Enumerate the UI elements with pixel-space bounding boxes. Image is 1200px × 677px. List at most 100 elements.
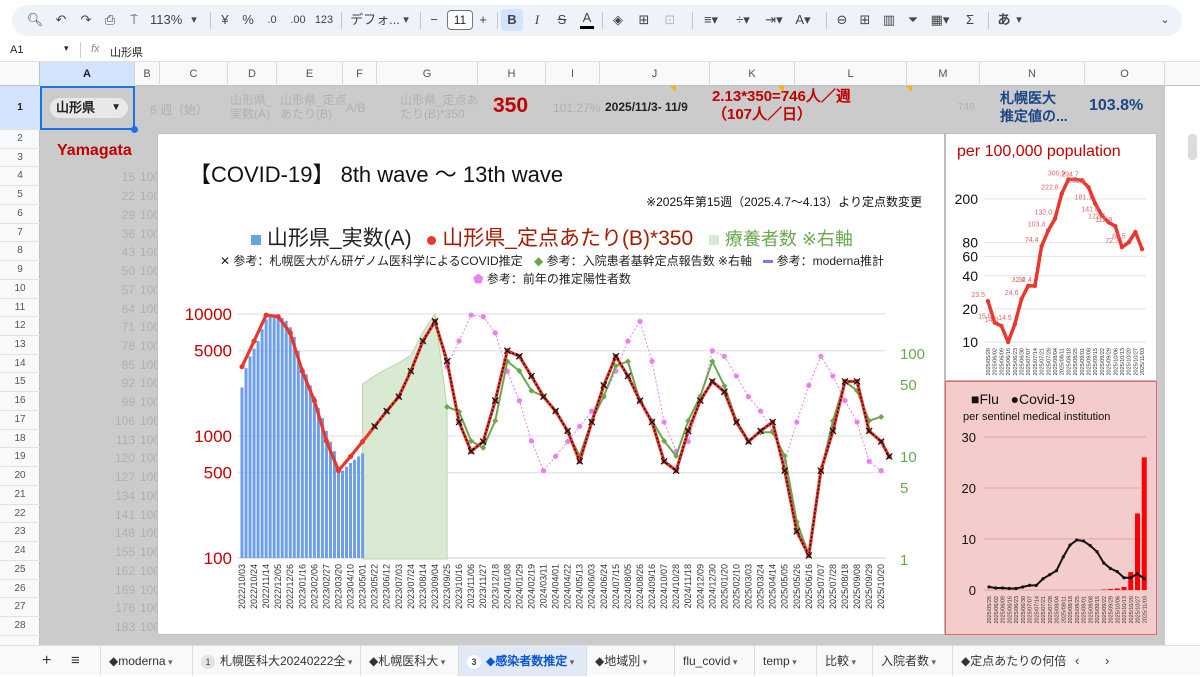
cell-a-value[interactable]: 183 (115, 620, 135, 634)
search-icon[interactable]: 🔍︎ (26, 9, 44, 31)
chevron-down-icon[interactable]: ▾ (188, 9, 200, 31)
chevron-down-icon[interactable]: ▾ (790, 657, 797, 667)
strikethrough-button[interactable]: S (555, 9, 569, 31)
sheet-tab[interactable]: 1 札幌医科大20240222全 ▾ (192, 646, 360, 676)
paint-format-icon[interactable]: ⍑ (125, 9, 143, 31)
column-header-o[interactable]: O (1085, 62, 1165, 86)
cell-a-value[interactable]: 162 (115, 564, 135, 578)
column-header-g[interactable]: G (377, 62, 478, 86)
cell-b-value[interactable]: 100 (140, 489, 157, 503)
undo-icon[interactable]: ↶ (52, 9, 70, 31)
row-header-23[interactable]: 23 (0, 523, 40, 543)
fill-handle[interactable] (131, 126, 138, 133)
cell-b-value[interactable]: 100 (140, 189, 157, 203)
cell-a-value[interactable]: 36 (122, 227, 135, 241)
bold-button[interactable]: B (501, 9, 523, 31)
row-header-9[interactable]: 9 (0, 261, 40, 280)
row-header-28[interactable]: 28 (0, 617, 40, 636)
cell-j1[interactable]: 2025/11/3- 11/9 (605, 100, 688, 114)
column-header-l[interactable]: L (795, 62, 907, 86)
chevron-down-icon[interactable]: ▾ (640, 657, 648, 667)
column-header-k[interactable]: K (710, 62, 795, 86)
column-header-j[interactable]: J (600, 62, 710, 86)
sheet-tab[interactable]: ◆定点あたりの何倍 (952, 646, 1066, 676)
table-icon[interactable]: ▦▾ (928, 9, 952, 31)
sheet-tab[interactable]: 3 ◆感染者数推定 ▾ (458, 646, 586, 676)
row-header-16[interactable]: 16 (0, 392, 40, 411)
row-header-15[interactable]: 15 (0, 373, 40, 393)
cell-b-value[interactable]: 100 (140, 358, 157, 372)
sheet-tab[interactable]: ◆札幌医科大 ▾ (360, 646, 458, 676)
cell-a-value[interactable]: 15 (122, 170, 135, 184)
vertical-scrollbar[interactable] (1188, 134, 1197, 160)
chevron-down-icon[interactable]: ▾ (849, 657, 857, 667)
cell-b-value[interactable]: 100 (140, 601, 157, 615)
cell-a-value[interactable]: 57 (122, 283, 135, 297)
cell-b-value[interactable]: 100 (140, 245, 157, 259)
row-header-22[interactable]: 22 (0, 505, 40, 524)
row-header-26[interactable]: 26 (0, 580, 40, 599)
cell-b-value[interactable]: 100 (140, 583, 157, 597)
sheet-tab[interactable]: flu_covid ▾ (674, 646, 754, 676)
font-size-input[interactable]: 11 (447, 10, 473, 30)
fill-color-icon[interactable]: ◈ (610, 9, 626, 31)
select-all-corner[interactable] (0, 62, 40, 86)
column-header-h[interactable]: H (478, 62, 546, 86)
cell-a-value[interactable]: 148 (115, 526, 135, 540)
cell-a-value[interactable]: 29 (122, 208, 135, 222)
zoom-select[interactable]: 113% (150, 9, 182, 31)
row-header-24[interactable]: 24 (0, 542, 40, 561)
column-header-a[interactable]: A (40, 62, 135, 86)
row-header-18[interactable]: 18 (0, 430, 40, 449)
row-header-17[interactable]: 17 (0, 411, 40, 430)
row-header-6[interactable]: 6 (0, 205, 40, 224)
comment-icon[interactable]: ⊞ (857, 9, 873, 31)
increase-decimal-button[interactable]: .00 (287, 9, 309, 31)
formula-input[interactable]: 山形県 (110, 44, 143, 60)
row-header-11[interactable]: 11 (0, 299, 40, 318)
chevron-down-icon[interactable]: ▾ (567, 657, 575, 667)
cell-m1[interactable]: 746 (958, 102, 975, 113)
cell-b1[interactable]: 6 週（始） (150, 101, 208, 118)
row-header-20[interactable]: 20 (0, 467, 40, 486)
flu-covid-chart[interactable]: ■Flu ●Covid-19 per sentinel medical inst… (945, 381, 1157, 635)
merge-cells-icon[interactable]: ⊡ (662, 9, 678, 31)
cell-b-value[interactable]: 100 (140, 620, 157, 634)
filter-icon[interactable]: ⏷ (905, 9, 921, 31)
cell-i1[interactable]: 101.27% (553, 101, 600, 115)
sheet-tab[interactable]: ◆moderna ▾ (100, 646, 192, 676)
row-header-5[interactable]: 5 (0, 186, 40, 205)
italic-button[interactable]: I (530, 9, 544, 31)
column-header-i[interactable]: I (546, 62, 600, 86)
cell-b-value[interactable]: 100 (140, 526, 157, 540)
link-icon[interactable]: ⊖ (834, 9, 850, 31)
cell-e1[interactable]: 山形県_定点 あたり(B) (280, 93, 347, 121)
per-100k-chart[interactable]: per 100,000 population 200 80 60 40 20 10 23.5… (945, 133, 1157, 381)
row-header-21[interactable]: 21 (0, 486, 40, 505)
cell-h1[interactable]: 350 (493, 94, 528, 118)
cell-a-value[interactable]: 113 (116, 433, 135, 447)
chevron-down-icon[interactable]: ▾ (166, 657, 173, 667)
decrease-decimal-button[interactable]: .0 (263, 9, 281, 31)
row-header-4[interactable]: 4 (0, 167, 40, 187)
column-header-c[interactable]: C (160, 62, 228, 86)
row-header-3[interactable]: 3 (0, 149, 40, 168)
input-tools-button[interactable]: あ (996, 9, 1012, 31)
covid-waves-chart[interactable]: 【COVID-19】 8th wave 〜 13th wave ※2025年第1… (157, 133, 945, 635)
cell-n1[interactable]: 札幌医大 推定値の... (1000, 89, 1068, 125)
chevron-down-icon[interactable]: ▾ (730, 657, 738, 667)
row-header-1[interactable]: 1 (0, 86, 40, 130)
currency-button[interactable]: ¥ (218, 9, 232, 31)
cell-b-value[interactable]: 100 (140, 264, 157, 278)
sheet-tab[interactable]: 比較 ▾ (816, 646, 872, 676)
row-header-27[interactable]: 27 (0, 598, 40, 617)
cell-a-value[interactable]: 141 (115, 508, 135, 522)
cell-b-value[interactable]: 100 (140, 451, 157, 465)
sheet-tab[interactable]: temp ▾ (754, 646, 816, 676)
cell-a-value[interactable]: 99 (122, 395, 135, 409)
cell-a-value[interactable]: 85 (122, 358, 135, 372)
a1-dropdown-chip[interactable]: 山形県 ▼ (50, 98, 128, 118)
percent-button[interactable]: % (241, 9, 255, 31)
row-header-19[interactable]: 19 (0, 448, 40, 468)
row-header-13[interactable]: 13 (0, 336, 40, 355)
